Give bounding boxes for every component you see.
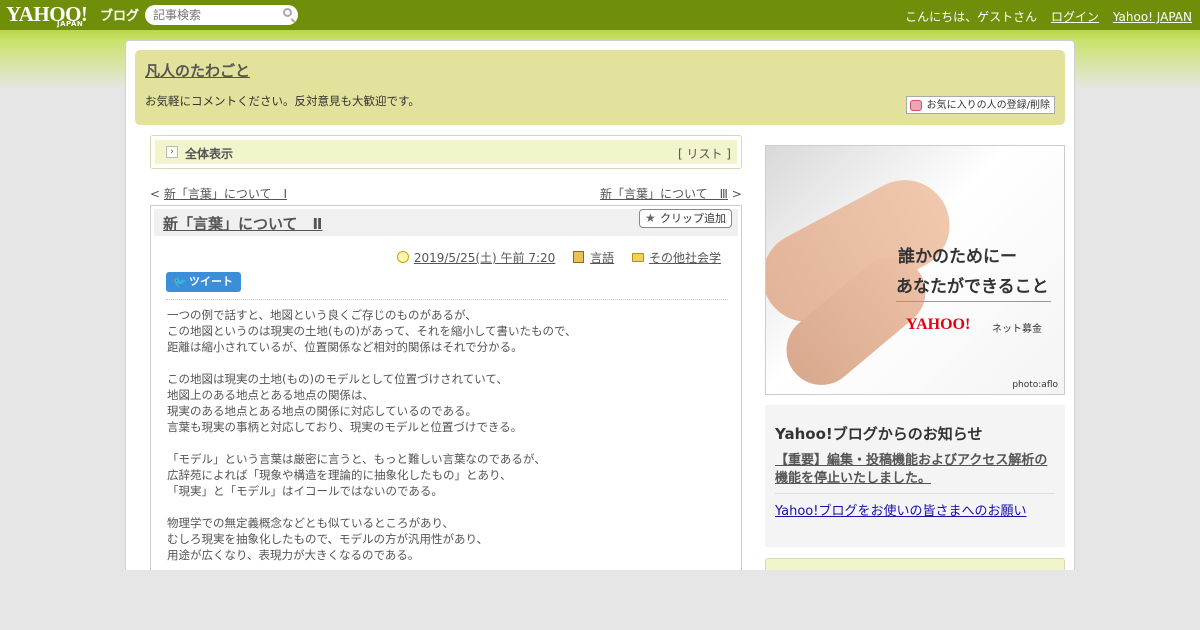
article-tag: その他社会学	[631, 251, 721, 265]
line: この地図は現実の土地(もの)のモデルとして位置づけされていて、	[167, 372, 508, 386]
folder-icon	[631, 253, 644, 262]
next-article-link[interactable]: 新「言葉」について Ⅲ	[600, 187, 728, 201]
clock-icon	[396, 251, 409, 263]
ad-headline-1: 誰かのためにー	[898, 247, 1017, 267]
paragraph: 物理学での無定義概念などとも似ているところがあり、 むしろ現実を抽象化したもので…	[167, 515, 727, 563]
clip-button[interactable]: ★ クリップ追加	[639, 209, 732, 228]
list-link[interactable]: [ リスト ]	[678, 145, 731, 162]
blog-header: 凡人のたわごと お気軽にコメントください。反対意見も大歓迎です。 お気に入りの人…	[135, 50, 1065, 125]
ad-headline-2: あなたができること	[896, 277, 1049, 297]
tweet-label: ツイート	[189, 275, 233, 288]
blog-logo-label[interactable]: ブログ	[100, 5, 139, 24]
all-view-bar: › 全体表示 [ リスト ]	[150, 135, 742, 169]
yahoo-japan-link[interactable]: Yahoo! JAPAN	[1113, 10, 1192, 24]
line: 物理学での無定義概念などとも似ているところがあり、	[167, 516, 455, 530]
article-body: 一つの例で話すと、地図という良くご存じのものがあるが、 この地図というのは現実の…	[167, 307, 727, 579]
notice-title: Yahoo!ブログからのお知らせ	[775, 425, 983, 443]
line: 「現実」と「モデル」はイコールではないのである。	[167, 484, 443, 498]
favorite-button-label: お気に入りの人の登録/削除	[926, 100, 1050, 111]
clip-button-label: クリップ追加	[660, 212, 726, 225]
tweet-button[interactable]: 🐦 ツイート	[166, 272, 241, 292]
all-view-inner: › 全体表示 [ リスト ]	[155, 140, 737, 164]
prev-article: < 新「言葉」について Ⅰ	[150, 187, 288, 201]
paragraph: 一つの例で話すと、地図という良くご存じのものがあるが、 この地図というのは現実の…	[167, 307, 727, 355]
tag-link[interactable]: その他社会学	[649, 251, 721, 265]
article-title[interactable]: 新「言葉」について Ⅱ	[163, 213, 322, 234]
user-nav: こんにちは、ゲストさん ログイン Yahoo! JAPAN	[895, 8, 1192, 25]
article-separator	[166, 299, 728, 300]
ad-credit: photo:aflo	[1012, 380, 1058, 390]
favorite-button[interactable]: お気に入りの人の登録/削除	[905, 96, 1055, 114]
arrow-right-icon: ›	[166, 146, 178, 158]
ad-divider	[896, 301, 1051, 302]
blog-title[interactable]: 凡人のたわごと	[145, 60, 250, 81]
line: むしろ現実を抽象化したもので、モデルの方が汎用性があり、	[167, 532, 489, 546]
star-icon: ★	[645, 211, 656, 225]
paragraph: この地図は現実の土地(もの)のモデルとして位置づけされていて、 地図上のある地点…	[167, 371, 727, 435]
yahoo-logo-sub: JAPAN	[57, 20, 84, 28]
line: 距離は縮小されているが、位置関係など相対的関係はそれで分かる。	[167, 340, 523, 354]
article-meta: 2019/5/25(土) 午前 7:20 言語 その他社会学	[383, 249, 721, 266]
prev-article-link[interactable]: 新「言葉」について Ⅰ	[164, 187, 287, 201]
login-link[interactable]: ログイン	[1051, 10, 1099, 24]
ad-yahoo-logo: YAHOO!	[906, 316, 971, 333]
article: 新「言葉」について Ⅱ ★ クリップ追加 2019/5/25(土) 午前 7:2…	[150, 205, 742, 585]
next-article: 新「言葉」について Ⅲ >	[600, 187, 742, 201]
line: 現実のある地点とある地点の関係に対応しているのである。	[167, 404, 478, 418]
article-date: 2019/5/25(土) 午前 7:20	[396, 251, 555, 265]
search-box[interactable]	[145, 5, 298, 25]
line: 用途が広くなり、表現力が大きくなるのである。	[167, 548, 420, 562]
category-link[interactable]: 言語	[590, 251, 614, 265]
page-footer-area	[0, 570, 1200, 630]
blog-description: お気軽にコメントください。反対意見も大歓迎です。	[145, 94, 420, 108]
notice-request-link[interactable]: Yahoo!ブログをお使いの皆さまへのお願い	[775, 500, 1026, 519]
ad-banner[interactable]: 誰かのためにー あなたができること YAHOO! ネット募金 photo:afl…	[765, 145, 1065, 395]
line: 一つの例で話すと、地図という良くご存じのものがあるが、	[167, 308, 477, 322]
book-icon	[573, 251, 585, 263]
paragraph: 「モデル」という言葉は厳密に言うと、もっと難しい言葉なのであるが、 広辞苑によれ…	[167, 451, 727, 499]
greeting-text: こんにちは、ゲストさん	[905, 10, 1038, 24]
line: 地図上のある地点とある地点の関係は、	[167, 388, 374, 402]
article-header: 新「言葉」について Ⅱ ★ クリップ追加	[154, 209, 738, 236]
top-bar: YAHOO! JAPAN ブログ こんにちは、ゲストさん ログイン Yahoo!…	[0, 0, 1200, 30]
article-date-link[interactable]: 2019/5/25(土) 午前 7:20	[414, 251, 555, 265]
line: 言葉も現実の事柄と対応しており、現実のモデルと位置づけできる。	[167, 420, 523, 434]
notice-divider	[775, 493, 1055, 494]
heart-icon	[909, 100, 922, 111]
line: 「モデル」という言葉は厳密に言うと、もっと難しい言葉なのであるが、	[167, 452, 546, 466]
ad-logo-sub: ネット募金	[992, 324, 1042, 335]
line: 広辞苑によれば「現象や構造を理論的に抽象化したもの」とあり、	[167, 468, 512, 482]
line: この地図というのは現実の土地(もの)があって、それを縮小して書いたもので、	[167, 324, 577, 338]
article-category: 言語	[573, 251, 614, 265]
notice-important-link[interactable]: 【重要】編集・投稿機能およびアクセス解析の機能を停止いたしました。	[775, 452, 1057, 488]
twitter-bird-icon: 🐦	[173, 276, 187, 289]
search-icon[interactable]	[283, 8, 292, 17]
notice-box: Yahoo!ブログからのお知らせ 【重要】編集・投稿機能およびアクセス解析の機能…	[765, 405, 1065, 547]
search-input[interactable]	[153, 7, 271, 23]
all-view-label[interactable]: 全体表示	[185, 145, 233, 162]
